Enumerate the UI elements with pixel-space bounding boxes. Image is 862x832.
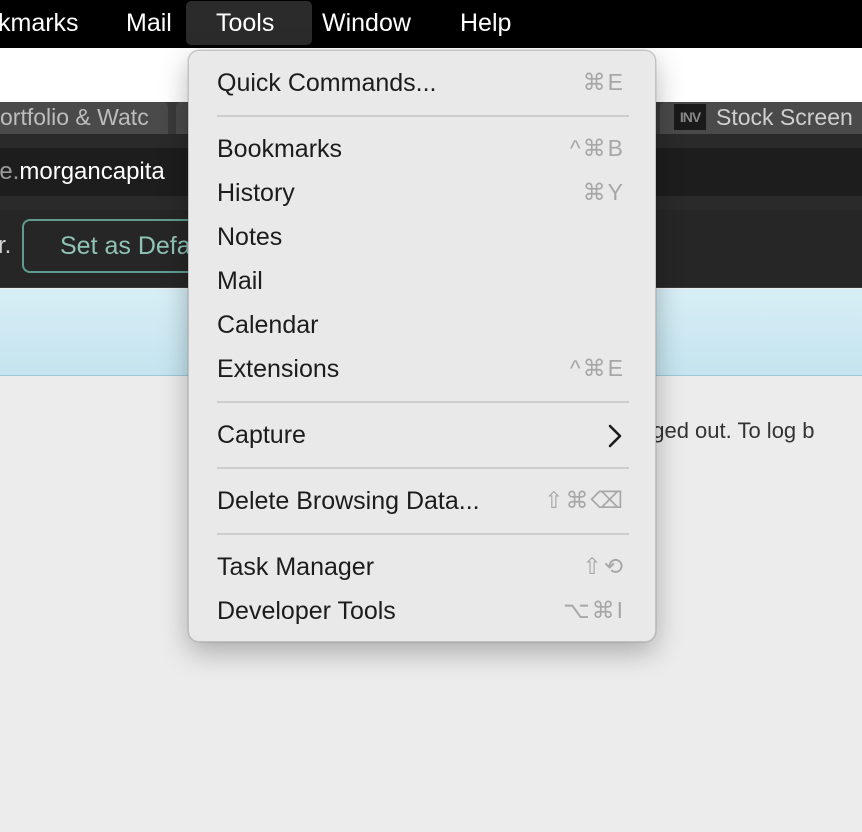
menu-item-label: Bookmarks	[217, 135, 343, 163]
url-text: le.morgancapita	[0, 158, 165, 186]
tab-stock-screener[interactable]: INV Stock Screen	[660, 102, 862, 134]
tab-title: Stock Screen	[716, 104, 853, 130]
favicon-icon: INV	[674, 103, 706, 130]
shortcut-label: ^⌘B	[569, 135, 625, 161]
menu-separator	[217, 467, 629, 469]
shortcut-label: ^⌘E	[569, 355, 625, 381]
menu-item-label: Calendar	[217, 311, 319, 339]
tools-menu: Quick Commands... ⌘E Bookmarks ^⌘B Histo…	[188, 50, 656, 642]
menu-separator	[217, 115, 629, 117]
menu-item-label: Capture	[217, 421, 306, 449]
menu-item-label: Notes	[217, 223, 283, 251]
menu-separator	[217, 401, 629, 403]
chevron-right-icon	[608, 424, 622, 448]
infobar-text: r.	[0, 232, 12, 259]
logged-out-message: gged out. To log b	[640, 418, 815, 443]
menu-item-capture[interactable]: Capture	[217, 417, 629, 457]
menu-item-notes[interactable]: Notes	[217, 219, 629, 259]
menu-item-calendar[interactable]: Calendar	[217, 307, 629, 347]
menu-item-label: Delete Browsing Data...	[217, 487, 480, 515]
shortcut-label: ⌘E	[582, 69, 625, 95]
menu-item-delete-browsing-data[interactable]: Delete Browsing Data... ⇧⌘⌫	[217, 483, 629, 523]
menu-bar: kmarks Mail Tools Window Help	[0, 0, 862, 48]
url-subdomain: le.	[0, 158, 20, 185]
menu-item-mail[interactable]: Mail	[217, 263, 629, 303]
shortcut-label: ⇧⌘⌫	[544, 487, 625, 513]
shortcut-label: ⌥⌘I	[563, 597, 625, 623]
menu-item-label: Extensions	[217, 355, 340, 383]
menu-item-extensions[interactable]: Extensions ^⌘E	[217, 351, 629, 391]
tab-portfolio[interactable]: ortfolio & Watc	[0, 102, 168, 134]
menubar-item-tools[interactable]: Tools	[186, 1, 312, 45]
menu-item-bookmarks[interactable]: Bookmarks ^⌘B	[217, 131, 629, 171]
menubar-item-window[interactable]: Window	[322, 0, 411, 46]
menu-item-label: History	[217, 179, 295, 207]
menubar-item-mail[interactable]: Mail	[126, 0, 172, 46]
menubar-item-help[interactable]: Help	[460, 0, 511, 46]
menu-item-label: Developer Tools	[217, 597, 396, 625]
menu-item-task-manager[interactable]: Task Manager ⇧⟲	[217, 549, 629, 589]
menu-item-history[interactable]: History ⌘Y	[217, 175, 629, 215]
menu-item-label: Quick Commands...	[217, 69, 437, 97]
shortcut-label: ⌘Y	[582, 179, 625, 205]
menu-item-label: Mail	[217, 267, 263, 295]
menu-item-developer-tools[interactable]: Developer Tools ⌥⌘I	[217, 593, 629, 633]
tab-title: ortfolio & Watc	[0, 104, 149, 130]
shortcut-label: ⇧⟲	[582, 553, 625, 579]
menu-item-quick-commands[interactable]: Quick Commands... ⌘E	[217, 65, 629, 105]
menu-item-label: Task Manager	[217, 553, 375, 581]
menu-separator	[217, 533, 629, 535]
menubar-item-bookmarks[interactable]: kmarks	[0, 0, 79, 46]
url-host: morgancapita	[19, 158, 165, 185]
